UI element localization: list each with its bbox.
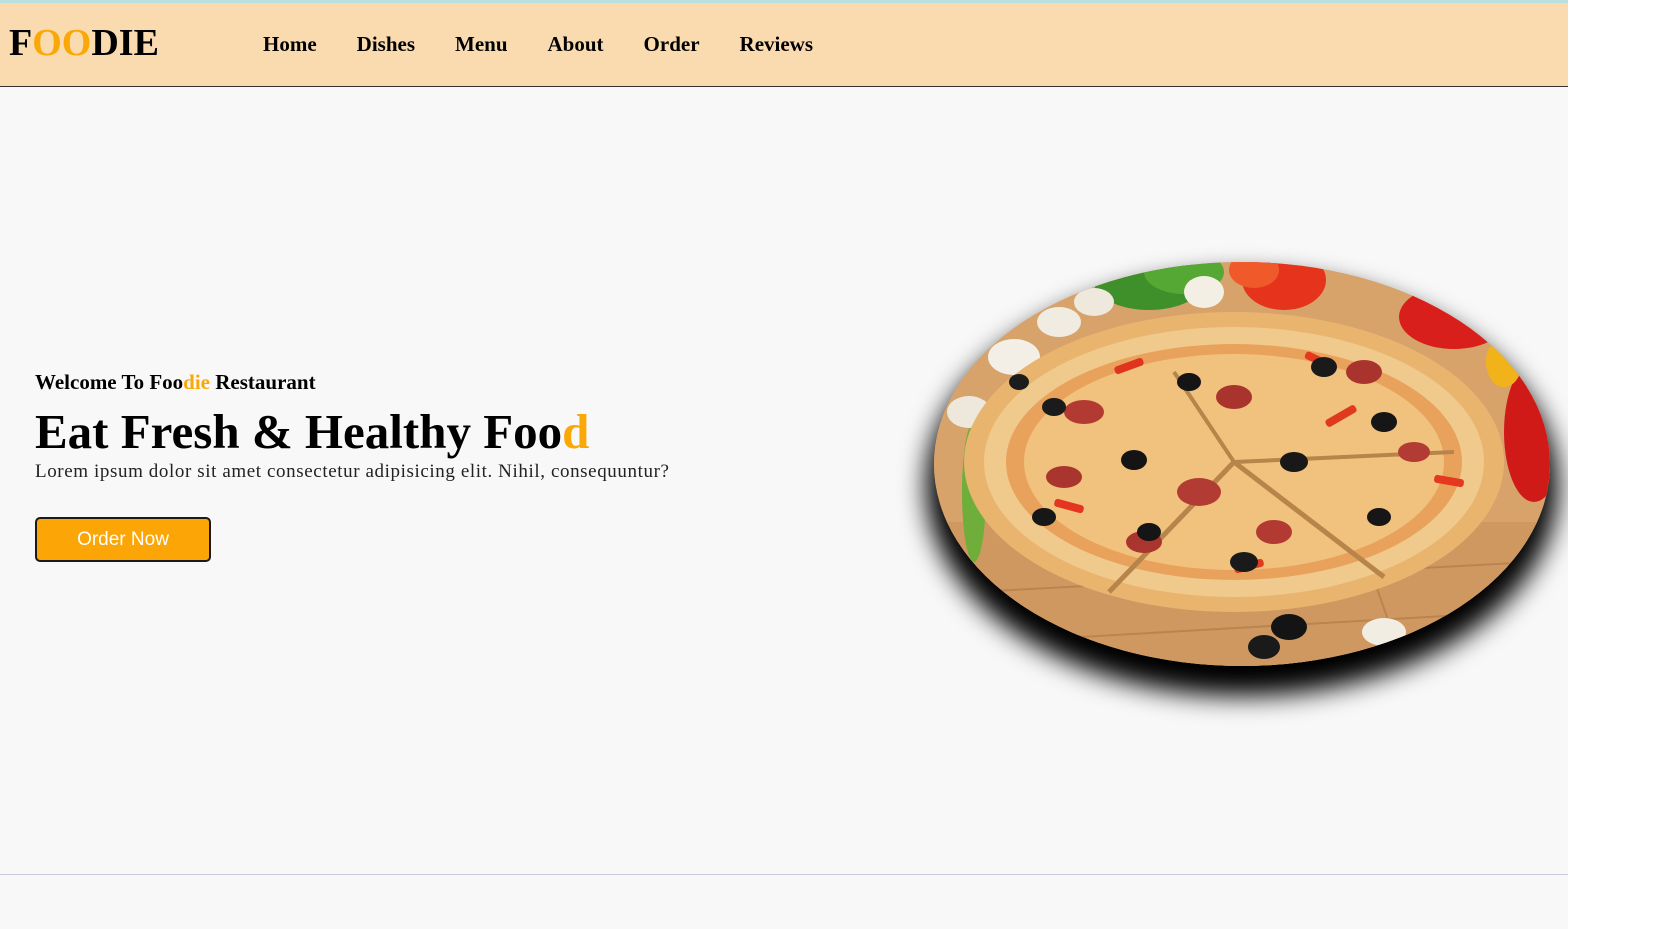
welcome-heading: Welcome To Foodie Restaurant bbox=[35, 368, 670, 396]
nav-link-reviews[interactable]: Reviews bbox=[740, 32, 813, 56]
logo-accent: OO bbox=[32, 22, 92, 64]
pizza-illustration bbox=[934, 262, 1550, 666]
navbar: FOODIE Home Dishes Menu About Order Revi… bbox=[0, 3, 1663, 87]
page-bottom-edge bbox=[0, 874, 1663, 875]
welcome-suffix: Restaurant bbox=[210, 370, 316, 394]
logo-suffix: DIE bbox=[91, 22, 159, 64]
nav-link-dishes[interactable]: Dishes bbox=[357, 32, 415, 56]
hero-headline: Eat Fresh & Healthy Food bbox=[35, 406, 670, 458]
page-right-margin bbox=[1568, 0, 1663, 929]
order-now-button[interactable]: Order Now bbox=[35, 517, 211, 562]
nav-link-menu[interactable]: Menu bbox=[455, 32, 508, 56]
nav-links: Home Dishes Menu About Order Reviews bbox=[263, 32, 853, 56]
nav-link-about[interactable]: About bbox=[548, 32, 604, 56]
headline-accent: d bbox=[562, 404, 590, 459]
pizza-image bbox=[934, 262, 1550, 666]
site-logo[interactable]: FOODIE bbox=[9, 23, 159, 63]
hero-section: Welcome To Foodie Restaurant Eat Fresh &… bbox=[35, 368, 670, 562]
headline-main: Eat Fresh & Healthy Foo bbox=[35, 404, 563, 459]
welcome-accent: die bbox=[183, 370, 211, 394]
hero-tagline: Lorem ipsum dolor sit amet consectetur a… bbox=[35, 461, 670, 482]
logo-prefix: F bbox=[9, 22, 33, 64]
welcome-prefix: Welcome To Foo bbox=[35, 370, 184, 394]
nav-link-home[interactable]: Home bbox=[263, 32, 317, 56]
nav-link-order[interactable]: Order bbox=[644, 32, 700, 56]
